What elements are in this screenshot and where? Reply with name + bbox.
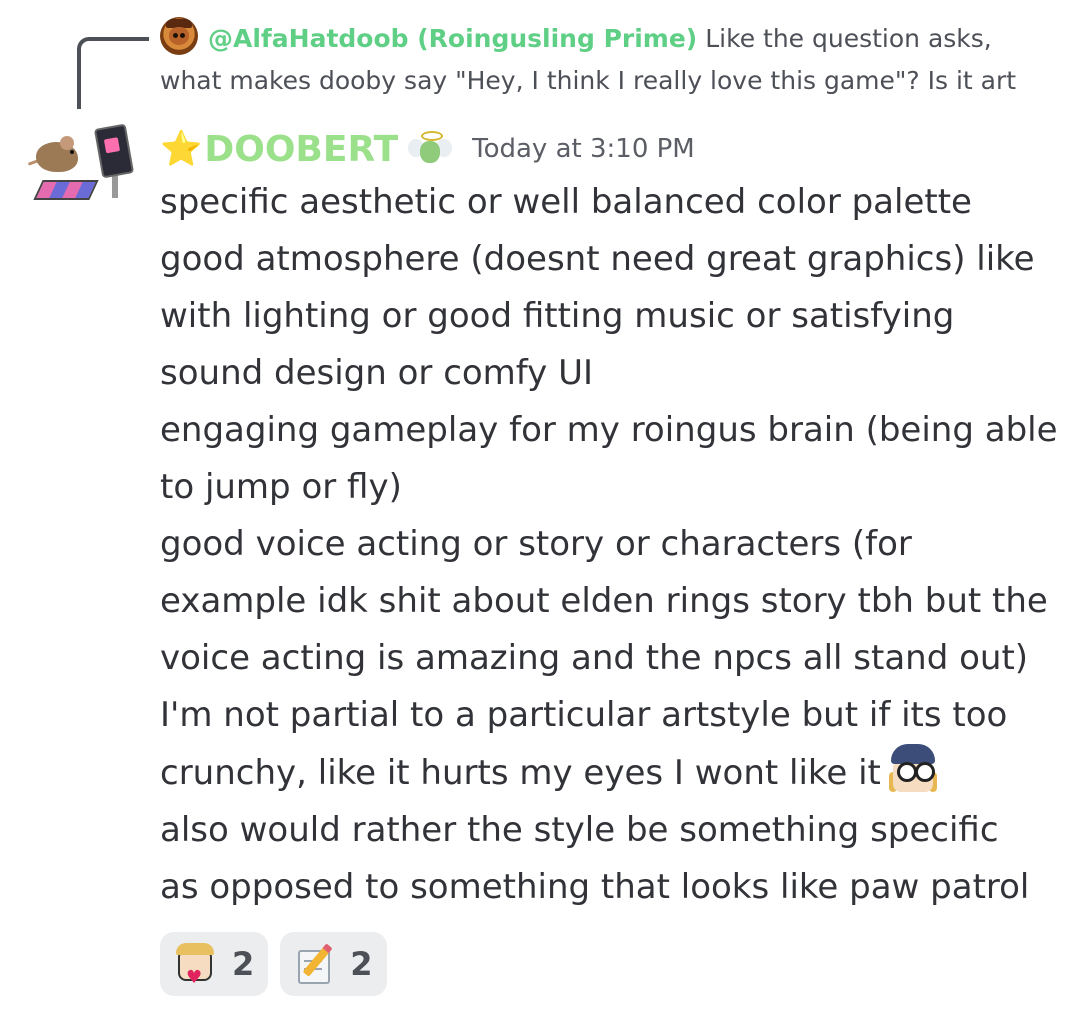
goggles-girl-heart-icon: ♥ <box>174 943 216 988</box>
message-line: crunchy, like it hurts my eyes I wont li… <box>160 753 881 793</box>
mouse-eye <box>70 150 74 154</box>
avatar-eye <box>173 33 178 38</box>
message-line: I'm not partial to a particular artstyle… <box>160 695 1008 735</box>
reaction-count: 2 <box>350 945 373 983</box>
reply-author-avatar[interactable] <box>160 17 198 55</box>
message-timestamp[interactable]: Today at 3:10 PM <box>472 134 695 164</box>
message-content: specific aesthetic or well balanced colo… <box>160 174 1065 916</box>
reply-text-line2: what makes dooby say "Hey, I think I rea… <box>160 66 1017 95</box>
reply-text-line1: Like the question asks, <box>705 24 992 53</box>
emoji-goggle <box>896 762 917 782</box>
reply-connector-line <box>77 37 149 109</box>
message-line: also would rather the style be something… <box>160 810 999 850</box>
heart-icon: ♥ <box>186 967 203 988</box>
reaction-count: 2 <box>232 945 255 983</box>
message-line: good atmosphere (doesnt need great graph… <box>160 239 1035 279</box>
goggles-girl-emoji[interactable] <box>887 744 939 794</box>
message-line: to jump or fly) <box>160 467 402 507</box>
avatar-eye <box>180 33 185 38</box>
reply-preview[interactable]: @AlfaHatdoob (Roingusling Prime) Like the… <box>160 18 1068 95</box>
arcade-screen-icon <box>93 123 135 179</box>
reaction-bar: ♥ 2 2 <box>160 932 387 996</box>
message-line: engaging gameplay for my roingus brain (… <box>160 410 1058 450</box>
memo-pencil-icon <box>294 944 334 984</box>
emoji-hair <box>176 943 214 955</box>
emoji-cap <box>890 744 935 764</box>
author-avatar[interactable] <box>27 120 135 204</box>
chat-message-view: @AlfaHatdoob (Roingusling Prime) Like the… <box>0 0 1080 1024</box>
reply-author-name[interactable]: @AlfaHatdoob (Roingusling Prime) <box>208 24 697 53</box>
star-icon: ⭐ <box>160 129 203 169</box>
angel-body <box>420 141 441 163</box>
message-line: as opposed to something that looks like … <box>160 867 1030 907</box>
message-line: with lighting or good fitting music or s… <box>160 296 955 336</box>
message-line: example idk shit about elden rings story… <box>160 581 1048 621</box>
message-line: sound design or comfy UI <box>160 353 594 393</box>
angel-role-icon[interactable] <box>408 129 453 169</box>
message-line-with-emoji: crunchy, like it hurts my eyes I wont li… <box>160 744 1065 802</box>
emoji-goggle <box>914 762 935 782</box>
avatar-face <box>169 27 189 45</box>
message-line: voice acting is amazing and the npcs all… <box>160 638 1029 678</box>
message-header: ⭐ DOOBERT Today at 3:10 PM <box>160 124 695 174</box>
reaction-goggles-girl-heart[interactable]: ♥ 2 <box>160 932 269 996</box>
message-line: good voice acting or story or characters… <box>160 524 912 564</box>
message-line: specific aesthetic or well balanced colo… <box>160 182 972 222</box>
dance-pad-icon <box>33 180 99 200</box>
author-username[interactable]: DOOBERT <box>204 129 398 170</box>
halo <box>421 131 444 141</box>
reaction-memo[interactable]: 2 <box>280 932 387 996</box>
mouse-ear <box>60 136 74 150</box>
